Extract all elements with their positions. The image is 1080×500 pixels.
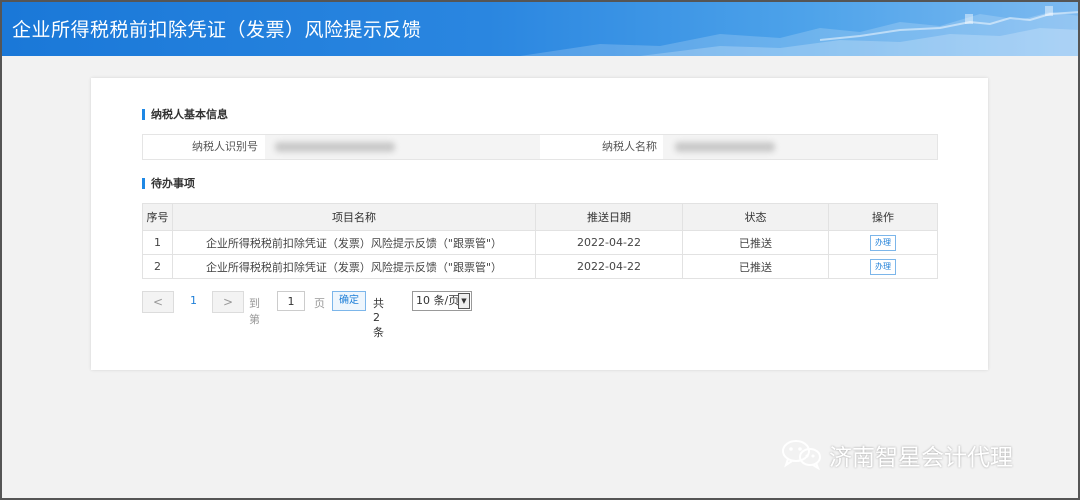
row-status: 已推送 (682, 230, 829, 255)
page-size-value: 10 条/页 (416, 294, 460, 307)
taxpayer-name-label: 纳税人名称 (602, 140, 657, 153)
taxpayer-name-value (663, 135, 937, 159)
next-page-button[interactable]: > (212, 291, 244, 313)
taxpayer-section-title: 纳税人基本信息 (142, 109, 228, 120)
column-header-status: 状态 (682, 203, 829, 231)
row-action-cell: 办理 (828, 254, 938, 279)
column-header-date: 推送日期 (535, 203, 683, 231)
row-index: 1 (142, 230, 173, 255)
page-unit-label: 页 (314, 297, 325, 310)
column-header-name: 项目名称 (172, 203, 536, 231)
page-title: 企业所得税税前扣除凭证（发票）风险提示反馈 (12, 19, 422, 41)
watermark-text: 济南智星会计代理 (829, 445, 1013, 471)
row-project-name: 企业所得税税前扣除凭证（发票）风险提示反馈（"跟票管"） (172, 230, 536, 255)
table-header-row: 序号 项目名称 推送日期 状态 操作 (142, 203, 938, 231)
prev-page-button[interactable]: < (142, 291, 174, 313)
column-header-index: 序号 (142, 203, 173, 231)
great-wall-decoration (520, 6, 1080, 56)
handle-button[interactable]: 办理 (870, 234, 896, 251)
main-card: 纳税人基本信息 纳税人识别号 纳税人名称 待办事项 序号 项目名称 推送日期 状… (91, 78, 988, 370)
row-status: 已推送 (682, 254, 829, 279)
total-count: 共 2 条 (373, 297, 384, 339)
row-push-date: 2022-04-22 (535, 230, 683, 255)
taxpayer-id-label: 纳税人识别号 (192, 140, 258, 153)
row-project-name: 企业所得税税前扣除凭证（发票）风险提示反馈（"跟票管"） (172, 254, 536, 279)
todo-section-title: 待办事项 (142, 178, 195, 189)
chevron-down-icon: ▼ (458, 293, 470, 309)
taxpayer-info-row: 纳税人识别号 纳税人名称 (142, 134, 938, 160)
handle-button[interactable]: 办理 (870, 258, 896, 275)
column-header-action: 操作 (828, 203, 938, 231)
page-size-select[interactable]: 10 条/页 ▼ (412, 291, 472, 311)
goto-page-input[interactable] (277, 291, 305, 311)
wechat-icon (782, 440, 821, 470)
header-bar: 企业所得税税前扣除凭证（发票）风险提示反馈 (0, 0, 1080, 56)
table-row: 2 企业所得税税前扣除凭证（发票）风险提示反馈（"跟票管"） 2022-04-2… (142, 254, 938, 279)
todo-table: 序号 项目名称 推送日期 状态 操作 1 企业所得税税前扣除凭证（发票）风险提示… (142, 203, 938, 279)
taxpayer-id-value (265, 135, 540, 159)
row-action-cell: 办理 (828, 230, 938, 255)
table-row: 1 企业所得税税前扣除凭证（发票）风险提示反馈（"跟票管"） 2022-04-2… (142, 230, 938, 255)
row-push-date: 2022-04-22 (535, 254, 683, 279)
confirm-button[interactable]: 确定 (332, 291, 366, 311)
current-page-number[interactable]: 1 (190, 294, 197, 307)
goto-label: 到第 (249, 297, 260, 326)
row-index: 2 (142, 254, 173, 279)
